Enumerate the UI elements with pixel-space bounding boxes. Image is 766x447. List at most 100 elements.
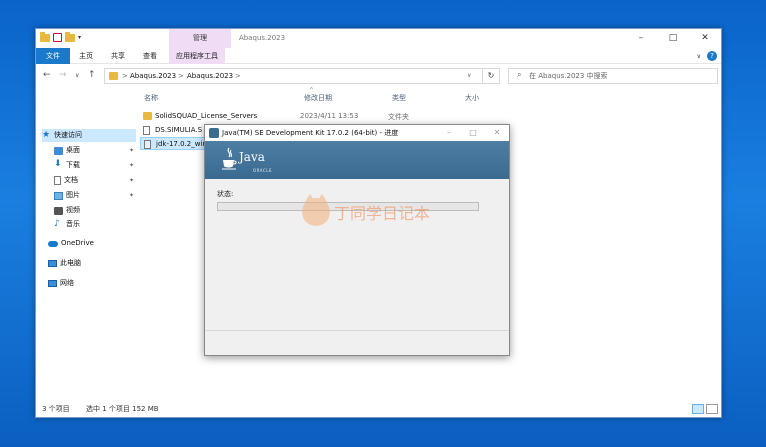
status-label: 状态: (217, 190, 234, 198)
this-pc-icon (48, 260, 57, 267)
pin-icon: ✦ (128, 177, 134, 184)
new-folder-icon[interactable] (65, 31, 75, 42)
chevron-down-icon[interactable]: ▾ (78, 34, 81, 41)
contextual-tab-group: 管理 (169, 29, 231, 48)
folder-icon[interactable] (40, 31, 50, 42)
column-header-size[interactable]: 大小 (465, 93, 479, 103)
sidebar-item-label: 桌面 (66, 146, 80, 154)
sidebar-item-label: 视频 (66, 206, 80, 214)
folder-icon (143, 112, 152, 120)
sidebar-item-label: 网络 (60, 279, 74, 287)
sidebar-item-videos[interactable]: 视频 (54, 204, 136, 217)
sidebar-item-desktop[interactable]: 桌面 ✦ (54, 144, 136, 157)
music-icon: ♪ (54, 219, 60, 229)
dialog-title: Java(TM) SE Development Kit 17.0.2 (64-b… (222, 129, 399, 137)
pin-icon: ✦ (128, 192, 134, 199)
status-bar: 3 个项目 选中 1 个项目 152 MB (36, 402, 721, 417)
shiba-watermark-icon (302, 194, 330, 226)
desktop-icon (54, 146, 63, 155)
refresh-button[interactable]: ↻ (482, 68, 500, 84)
tab-home[interactable]: 主页 (72, 48, 100, 64)
expand-ribbon-icon[interactable]: ∨ (697, 53, 701, 60)
java-app-icon (209, 128, 219, 138)
close-button[interactable]: ✕ (485, 125, 509, 141)
file-name: SolidSQUAD_License_Servers (155, 112, 258, 120)
sidebar-item-label: 音乐 (66, 220, 80, 228)
breadcrumb-separator[interactable]: > (178, 69, 184, 83)
minimize-button[interactable]: – (437, 125, 461, 141)
navigation-pane: ★ 快速访问 桌面 ✦ ⬇ 下载 ✦ 文档 ✦ 图片 ✦ 视频 ♪ 音乐 One… (36, 87, 136, 397)
tab-application-tools[interactable]: 应用程序工具 (169, 48, 225, 64)
network-icon (48, 280, 57, 287)
search-input[interactable]: ⌕ 在 Abaqus.2023 中搜索 (508, 68, 718, 84)
selection-info: 选中 1 个项目 152 MB (86, 405, 159, 413)
address-bar[interactable]: > Abaqus.2023 > Abaqus.2023 > ∨ (104, 68, 500, 84)
dialog-title-bar: Java(TM) SE Development Kit 17.0.2 (64-b… (205, 125, 509, 141)
breadcrumb-item[interactable]: Abaqus.2023 (187, 69, 233, 83)
table-row[interactable]: SolidSQUAD_License_Servers 2023/4/11 13:… (140, 110, 460, 123)
details-view-icon[interactable] (692, 404, 704, 414)
help-icon[interactable]: ? (707, 51, 717, 61)
sidebar-item-label: 此电脑 (60, 259, 81, 267)
sidebar-item-documents[interactable]: 文档 ✦ (54, 174, 136, 187)
sidebar-item-onedrive[interactable]: OneDrive (48, 237, 136, 250)
tab-share[interactable]: 共享 (104, 48, 132, 64)
title-bar: ▾ 管理 Abaqus.2023 – □ ✕ (36, 29, 721, 48)
close-button[interactable]: ✕ (689, 29, 721, 48)
sidebar-item-label: 图片 (66, 191, 80, 199)
onedrive-icon (48, 240, 58, 247)
pin-icon: ✦ (128, 147, 134, 154)
star-icon: ★ (42, 130, 51, 140)
java-cup-icon (222, 147, 237, 170)
sidebar-item-pictures[interactable]: 图片 ✦ (54, 189, 136, 202)
maximize-button[interactable]: □ (461, 125, 485, 141)
sidebar-item-downloads[interactable]: ⬇ 下载 ✦ (54, 159, 136, 172)
address-row: ← → ∨ ↑ > Abaqus.2023 > Abaqus.2023 > ∨ … (36, 65, 721, 87)
watermark-text: 丁同学日记本 (334, 204, 431, 223)
quick-access-toolbar: ▾ (40, 31, 81, 42)
sidebar-item-this-pc[interactable]: 此电脑 (48, 257, 136, 270)
large-icons-view-icon[interactable] (706, 404, 718, 414)
recent-locations-button[interactable]: ∨ (75, 72, 79, 79)
java-installer-dialog: Java(TM) SE Development Kit 17.0.2 (64-b… (204, 124, 510, 356)
breadcrumb-item[interactable]: Abaqus.2023 (130, 69, 176, 83)
sidebar-item-label: 文档 (64, 176, 78, 184)
file-name: jdk-17.0.2_win (156, 140, 207, 148)
up-button[interactable]: ↑ (88, 70, 96, 80)
column-header-name[interactable]: 名称 (144, 93, 158, 103)
java-logo-text: Java (239, 150, 265, 164)
breadcrumb-separator[interactable]: > (122, 69, 128, 83)
sidebar-item-music[interactable]: ♪ 音乐 (54, 218, 136, 231)
oracle-logo-text: ORACLE (253, 168, 272, 173)
item-count: 3 个项目 (42, 405, 70, 413)
properties-icon[interactable] (53, 33, 62, 42)
table-row-selected[interactable]: jdk-17.0.2_win (140, 137, 207, 150)
window-controls: – □ ✕ (625, 29, 721, 48)
column-header-type[interactable]: 类型 (392, 93, 406, 103)
view-switcher (692, 404, 718, 414)
forward-button[interactable]: → (59, 70, 67, 80)
dialog-divider (205, 330, 509, 331)
window-title: Abaqus.2023 (239, 34, 286, 42)
ribbon-right-controls: ∨ ? (697, 51, 717, 61)
file-date: 2023/4/11 13:53 (300, 112, 359, 120)
address-dropdown-icon[interactable]: ∨ (467, 69, 471, 83)
sidebar-item-label: OneDrive (61, 239, 94, 247)
tab-view[interactable]: 查看 (136, 48, 164, 64)
sidebar-item-network[interactable]: 网络 (48, 277, 136, 290)
watermark: 丁同学日记本 (302, 194, 431, 226)
java-banner: Java ORACLE (205, 141, 509, 179)
video-icon (54, 206, 63, 215)
document-icon (54, 176, 61, 185)
maximize-button[interactable]: □ (657, 29, 689, 48)
ribbon-tabs: 文件 主页 共享 查看 应用程序工具 ∨ ? (36, 48, 721, 64)
sidebar-item-quick-access[interactable]: ★ 快速访问 (42, 129, 136, 142)
tab-file[interactable]: 文件 (36, 48, 70, 64)
breadcrumb-separator[interactable]: > (235, 69, 241, 83)
minimize-button[interactable]: – (625, 29, 657, 48)
back-button[interactable]: ← (43, 70, 51, 80)
search-icon: ⌕ (517, 70, 522, 79)
column-header-date[interactable]: 修改日期 (304, 93, 332, 103)
dialog-controls: – □ ✕ (437, 125, 509, 141)
file-name: DS.SIMULIA.S (155, 126, 203, 134)
